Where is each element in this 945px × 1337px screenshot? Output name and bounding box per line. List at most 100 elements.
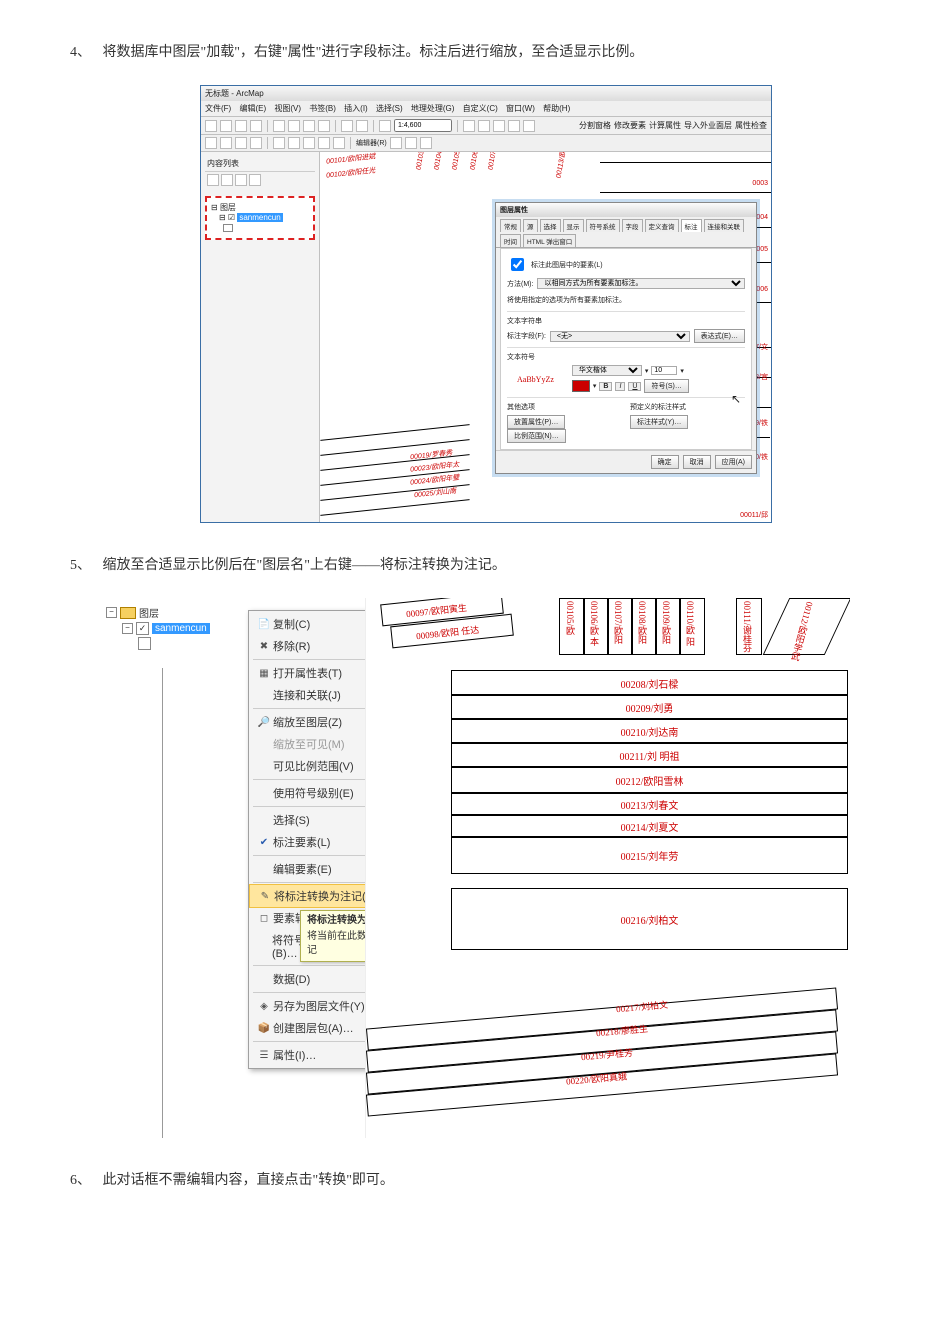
redo-icon[interactable] <box>356 120 368 132</box>
tab-selection[interactable]: 选择 <box>540 219 561 232</box>
find-icon[interactable] <box>318 137 330 149</box>
scale-input[interactable] <box>394 119 452 132</box>
save-icon[interactable] <box>235 120 247 132</box>
search-icon[interactable] <box>508 120 520 132</box>
toolbar-btn-check[interactable]: 属性检查 <box>735 120 767 131</box>
ok-button[interactable]: 确定 <box>651 455 679 469</box>
tab-display[interactable]: 显示 <box>563 219 584 232</box>
toolbar-btn-modify[interactable]: 修改要素 <box>614 120 646 131</box>
list-by-visibility-icon[interactable] <box>235 174 247 186</box>
layer-node-selected[interactable]: sanmencun <box>152 623 210 634</box>
expand-icon[interactable]: − <box>122 623 133 634</box>
textsymbol-group-label: 文本符号 <box>507 352 745 362</box>
color-swatch[interactable] <box>572 380 590 392</box>
expression-button[interactable]: 表达式(E)… <box>694 329 745 343</box>
copy-icon[interactable] <box>288 120 300 132</box>
map-canvas[interactable]: 00101/欧阳进斌 00102/欧阳任光 00103/ 00104/ 0010… <box>320 152 771 522</box>
tab-labels[interactable]: 标注 <box>681 219 702 232</box>
parcel-label: 00102/欧阳任光 <box>326 166 376 181</box>
list-by-drawing-icon[interactable] <box>207 174 219 186</box>
font-select[interactable]: 华文楷体 <box>572 365 642 376</box>
identify-icon[interactable] <box>303 137 315 149</box>
toolbar-btn-split[interactable]: 分割窗格 <box>579 120 611 131</box>
menu-file[interactable]: 文件(F) <box>205 104 231 113</box>
layer-name[interactable]: sanmencun <box>237 213 282 222</box>
delete-icon[interactable] <box>318 120 330 132</box>
open-icon[interactable] <box>220 120 232 132</box>
map-canvas-2[interactable]: 00097/欧阳寅生 00098/欧阳 任达 00105/欧 00106/欧 本… <box>365 598 850 1138</box>
edit-vertex-icon[interactable] <box>420 137 432 149</box>
scalerange-button[interactable]: 比例范围(N)… <box>507 429 566 443</box>
menu-customize[interactable]: 自定义(C) <box>463 104 498 113</box>
toolbar-tools[interactable]: 编辑器(R) <box>201 135 771 152</box>
tab-html[interactable]: HTML 弹出窗口 <box>523 234 576 247</box>
tree-root[interactable]: 图层 <box>139 605 159 620</box>
tab-time[interactable]: 时间 <box>500 234 521 247</box>
labelfield-select[interactable]: <无> <box>550 331 690 342</box>
parcel-label: 00113/欧阳 <box>553 152 569 179</box>
editor-icon[interactable] <box>463 120 475 132</box>
catalog-icon[interactable] <box>493 120 505 132</box>
tab-fields[interactable]: 字段 <box>622 219 643 232</box>
menu-edit[interactable]: 编辑(E) <box>239 104 266 113</box>
editor-arrow-icon[interactable] <box>390 137 402 149</box>
menu-selection[interactable]: 选择(S) <box>376 104 403 113</box>
cut-icon[interactable] <box>273 120 285 132</box>
method-select[interactable]: 以相同方式为所有要素加标注。 <box>537 278 745 289</box>
fontsize-input[interactable] <box>651 366 677 375</box>
parcel-row: 00214/刘夏文 <box>451 814 848 838</box>
italic-button[interactable]: I <box>615 382 625 391</box>
toolbox-icon[interactable] <box>478 120 490 132</box>
tab-defquery[interactable]: 定义查询 <box>645 219 679 232</box>
underline-button[interactable]: U <box>628 382 641 391</box>
toolbar-btn-calc[interactable]: 计算属性 <box>649 120 681 131</box>
print-icon[interactable] <box>250 120 262 132</box>
tab-general[interactable]: 常规 <box>500 219 521 232</box>
full-extent-icon[interactable] <box>250 137 262 149</box>
cancel-button[interactable]: 取消 <box>683 455 711 469</box>
toolbar-standard[interactable]: 分割窗格 修改要素 计算属性 导入外业面层 属性检查 <box>201 117 771 135</box>
menu-bookmarks[interactable]: 书签(B) <box>309 104 336 113</box>
labelstyle-button[interactable]: 标注样式(Y)… <box>630 415 688 429</box>
select-icon[interactable] <box>273 137 285 149</box>
paste-icon[interactable] <box>303 120 315 132</box>
python-icon[interactable] <box>523 120 535 132</box>
new-icon[interactable] <box>205 120 217 132</box>
undo-icon[interactable] <box>341 120 353 132</box>
zoom-out-icon[interactable] <box>220 137 232 149</box>
expand-icon[interactable]: − <box>106 607 117 618</box>
list-by-selection-icon[interactable] <box>249 174 261 186</box>
pan-icon[interactable] <box>235 137 247 149</box>
tab-source[interactable]: 源 <box>523 219 538 232</box>
menu-view[interactable]: 视图(V) <box>274 104 301 113</box>
zoom-in-icon[interactable] <box>205 137 217 149</box>
apply-button[interactable]: 应用(A) <box>715 455 752 469</box>
menu-help[interactable]: 帮助(H) <box>543 104 570 113</box>
menu-windows[interactable]: 窗口(W) <box>506 104 535 113</box>
label-checkbox[interactable] <box>511 258 524 271</box>
clear-selection-icon[interactable] <box>288 137 300 149</box>
menu-insert[interactable]: 插入(I) <box>344 104 368 113</box>
symbol-checkbox[interactable] <box>138 637 151 650</box>
edit-tool-icon[interactable] <box>405 137 417 149</box>
visibility-checkbox[interactable]: ✓ <box>136 622 149 635</box>
zoom-layer-icon: 🔎 <box>255 717 273 728</box>
save-layer-icon: ◈ <box>255 1001 273 1012</box>
bold-button[interactable]: B <box>599 382 612 391</box>
dialog-body: 标注此图层中的要素(L) 方法(M): 以相同方式为所有要素加标注。 将使用指定… <box>500 248 752 450</box>
tab-symbology[interactable]: 符号系统 <box>586 219 620 232</box>
menubar[interactable]: 文件(F) 编辑(E) 视图(V) 书签(B) 插入(I) 选择(S) 地理处理… <box>201 101 771 117</box>
label-checkbox-label: 标注此图层中的要素(L) <box>531 260 603 270</box>
toc-view-buttons[interactable] <box>205 172 315 188</box>
parcel-label: 00107/ <box>487 152 498 171</box>
symbol-button[interactable]: 符号(S)… <box>644 379 688 393</box>
add-data-icon[interactable] <box>379 120 391 132</box>
measure-icon[interactable] <box>333 137 345 149</box>
tab-joins[interactable]: 连接和关联 <box>704 219 745 232</box>
layer-highlight-box: ⊟ 图层 ⊟ ☑ sanmencun <box>205 196 315 240</box>
toolbar-btn-import[interactable]: 导入外业面层 <box>684 120 732 131</box>
menu-geoprocessing[interactable]: 地理处理(G) <box>411 104 455 113</box>
list-by-source-icon[interactable] <box>221 174 233 186</box>
dialog-tabs[interactable]: 常规 源 选择 显示 符号系统 字段 定义查询 标注 连接和关联 时间 HTML… <box>496 217 756 248</box>
placement-button[interactable]: 放置属性(P)… <box>507 415 565 429</box>
